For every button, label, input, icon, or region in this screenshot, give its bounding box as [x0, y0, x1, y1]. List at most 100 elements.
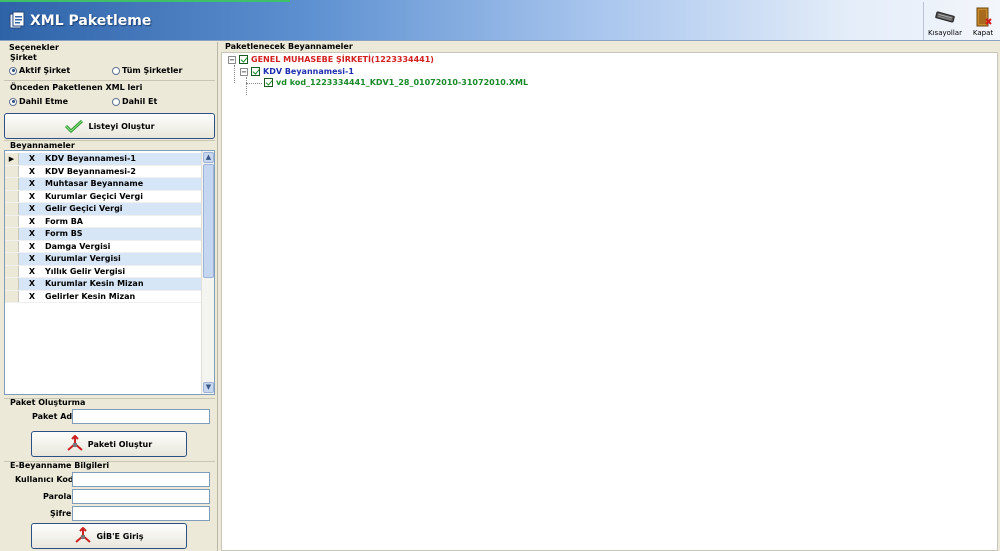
ebeyan-title: E-Beyanname Bilgileri	[10, 461, 110, 470]
toolbar: Kısayollar Kapat	[923, 2, 1000, 40]
grid-scrollbar[interactable]: ▲ ▼	[201, 151, 214, 394]
row-name: KDV Beyannamesi-1	[45, 154, 136, 164]
package-title: Paket Oluşturma	[10, 398, 86, 407]
table-row[interactable]: X Gelir Geçici Vergi	[5, 203, 201, 216]
radio-label: Tüm Şirketler	[122, 66, 183, 75]
row-name: Kurumlar Geçici Vergi	[45, 191, 143, 201]
close-button[interactable]: Kapat	[966, 2, 1000, 40]
radio-label: Dahil Etme	[19, 97, 69, 106]
row-selector[interactable]	[5, 265, 19, 277]
row-pointer-icon[interactable]: ▶	[5, 153, 19, 165]
create-list-button[interactable]: Listeyi Oluştur	[4, 113, 215, 139]
gib-login-label: GİB'E Giriş	[96, 531, 144, 541]
radio-dot	[112, 66, 120, 75]
table-row[interactable]: X Form BA	[5, 215, 201, 228]
table-row[interactable]: X Kurumlar Vergisi	[5, 253, 201, 266]
left-panel: Seçenekler Şirket Aktif Şirket Tüm Şirke…	[0, 42, 218, 551]
gib-login-button[interactable]: GİB'E Giriş	[31, 523, 187, 549]
package-name-input[interactable]	[72, 409, 210, 424]
checkmark-icon	[65, 119, 84, 133]
options-title: Seçenekler	[9, 43, 59, 52]
row-selector[interactable]	[5, 190, 19, 202]
scroll-up-icon[interactable]: ▲	[203, 152, 214, 163]
row-selector[interactable]	[5, 228, 19, 240]
door-exit-icon	[976, 7, 992, 27]
table-row[interactable]: X Form BS	[5, 228, 201, 241]
row-mark: X	[28, 204, 36, 214]
table-row[interactable]: ▶ X KDV Beyannamesi-1	[5, 153, 201, 166]
checkbox-icon[interactable]	[239, 55, 248, 64]
previous-divider	[4, 80, 215, 82]
tree-line	[246, 77, 247, 95]
radio-dot	[9, 97, 17, 106]
radio-exclude[interactable]: Dahil Etme	[9, 97, 68, 106]
radio-dot	[112, 97, 120, 106]
create-package-label: Paketi Oluştur	[87, 439, 153, 449]
row-name: Gelirler Kesin Mizan	[45, 291, 136, 301]
password-input[interactable]	[72, 489, 210, 504]
row-name: Damga Vergisi	[45, 241, 111, 251]
app-title: XML Paketleme	[30, 13, 152, 29]
table-row[interactable]: X KDV Beyannamesi-2	[5, 165, 201, 178]
row-mark: X	[28, 279, 36, 289]
package-list-title: Paketlenecek Beyannameler	[225, 42, 353, 51]
tree-line	[234, 65, 235, 83]
row-mark: X	[28, 216, 36, 226]
scroll-thumb[interactable]	[203, 164, 214, 278]
tree-line	[246, 83, 262, 84]
row-name: KDV Beyannamesi-2	[45, 166, 136, 176]
scroll-down-icon[interactable]: ▼	[203, 382, 214, 393]
tree-node-company[interactable]: − GENEL MUHASEBE ŞİRKETİ(1223334441)	[228, 55, 434, 64]
shortcuts-button[interactable]: Kısayollar	[924, 2, 966, 40]
row-mark: X	[28, 241, 36, 251]
declarations-title: Beyannameler	[10, 141, 75, 150]
row-selector[interactable]	[5, 278, 19, 290]
checkbox-icon[interactable]	[264, 78, 273, 87]
cipher-input[interactable]	[72, 506, 210, 521]
radio-include[interactable]: Dahil Et	[112, 97, 157, 106]
package-arrows-icon	[67, 435, 83, 451]
radio-active-company[interactable]: Aktif Şirket	[9, 66, 70, 75]
create-package-button[interactable]: Paketi Oluştur	[31, 431, 187, 457]
row-selector[interactable]	[5, 165, 19, 177]
keyboard-icon	[935, 11, 955, 23]
row-mark: X	[28, 154, 36, 164]
cipher-label: Şifre	[50, 509, 72, 518]
row-name: Gelir Geçici Vergi	[45, 204, 123, 214]
table-row[interactable]: X Damga Vergisi	[5, 240, 201, 253]
row-name: Kurumlar Vergisi	[45, 254, 121, 264]
row-selector[interactable]	[5, 240, 19, 252]
close-label: Kapat	[972, 29, 994, 37]
collapse-icon[interactable]: −	[240, 67, 248, 76]
declarations-grid[interactable]: ▶ X KDV Beyannamesi-1 X KDV Beyannamesi-2 X Mu…	[4, 150, 215, 395]
row-mark: X	[28, 254, 36, 264]
title-accent	[0, 0, 290, 2]
password-label: Parola	[43, 492, 72, 501]
radio-label: Aktif Şirket	[19, 66, 71, 75]
package-name-label: Paket Adı	[32, 412, 75, 421]
package-tree[interactable]: − GENEL MUHASEBE ŞİRKETİ(1223334441) − K…	[221, 52, 998, 551]
collapse-icon[interactable]: −	[228, 55, 236, 64]
table-row[interactable]: X Muhtasar Beyanname	[5, 178, 201, 191]
row-selector[interactable]	[5, 215, 19, 227]
tree-node-declaration[interactable]: − KDV Beyannamesi-1	[240, 67, 354, 76]
row-selector[interactable]	[5, 253, 19, 265]
table-row[interactable]: X Kurumlar Kesin Mizan	[5, 278, 201, 291]
radio-label: Dahil Et	[122, 97, 158, 106]
user-code-input[interactable]	[72, 472, 210, 487]
radio-all-companies[interactable]: Tüm Şirketler	[112, 66, 182, 75]
row-selector[interactable]	[5, 178, 19, 190]
row-mark: X	[28, 266, 36, 276]
table-row[interactable]: X Yıllık Gelir Vergisi	[5, 265, 201, 278]
create-list-label: Listeyi Oluştur	[88, 121, 155, 131]
row-name: Form BS	[45, 229, 83, 239]
tree-node-file[interactable]: vd kod_1223334441_KDV1_28_01072010-31072…	[264, 78, 528, 87]
row-name: Form BA	[45, 216, 83, 226]
user-code-label: Kullanıcı Kodu	[15, 475, 80, 484]
checkbox-icon[interactable]	[251, 67, 260, 76]
row-selector[interactable]	[5, 290, 19, 302]
row-mark: X	[28, 166, 36, 176]
table-row[interactable]: X Gelirler Kesin Mizan	[5, 290, 201, 303]
table-row[interactable]: X Kurumlar Geçici Vergi	[5, 190, 201, 203]
row-selector[interactable]	[5, 203, 19, 215]
